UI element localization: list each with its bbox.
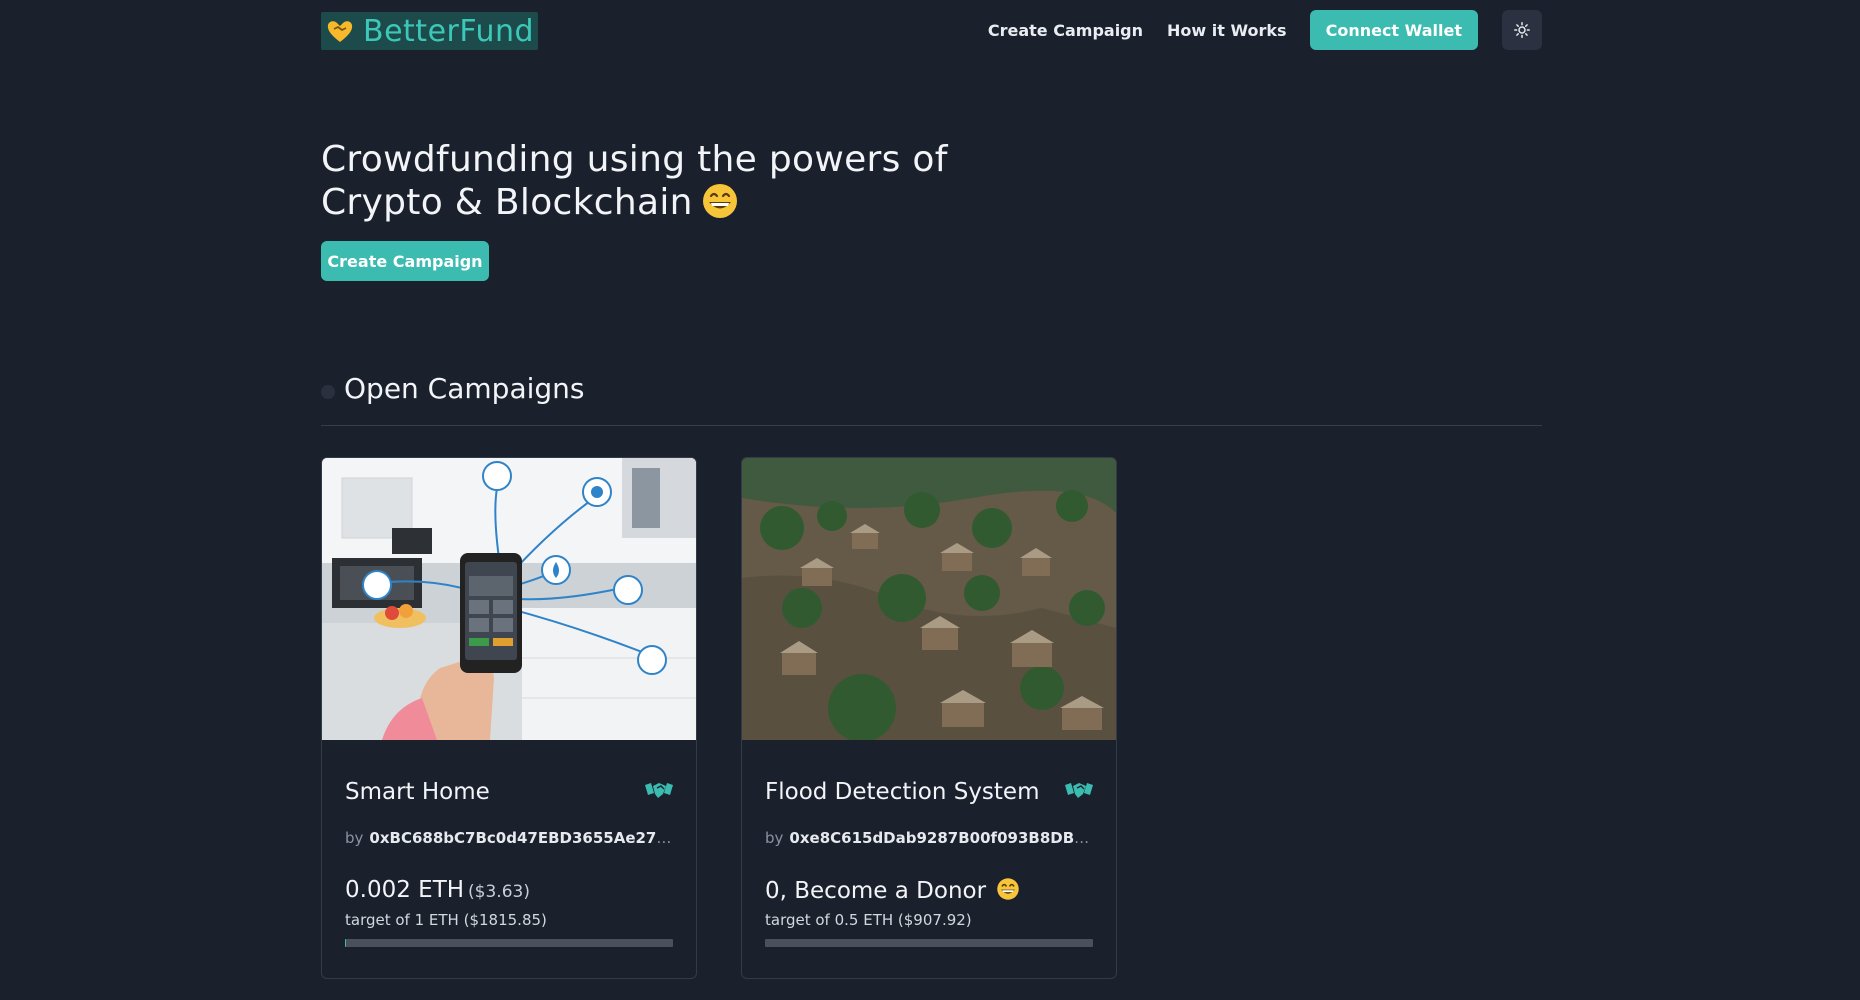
handshake-icon [645,783,673,798]
amount-usd: ($3.63) [468,882,530,902]
funding-progress-bar [345,939,673,947]
section-title: Open Campaigns [344,372,585,405]
campaign-title[interactable]: Flood Detection System [765,779,1039,805]
hero-title: Crowdfunding using the powers of Crypto … [321,138,1081,224]
creator-address[interactable]: 0xBC688bC7Bc0d47EBD3655Ae27b... [369,829,675,847]
amount-become-donor: 0, Become a Donor [765,878,987,904]
campaign-target: target of 0.5 ETH ($907.92) [765,911,972,929]
flooded-town-illustration [742,458,1116,740]
campaign-card-smart-home[interactable]: Smart Home by 0xBC688bC7Bc0d47EBD3655Ae27… [321,457,697,979]
by-label: by [765,829,784,847]
campaign-creator: by 0xe8C615dDab9287B00f093B8DBD... [765,829,1095,847]
open-campaigns-header: Open Campaigns [321,372,1542,426]
campaign-card-flood-detection[interactable]: Flood Detection System by 0xe8C615dDab928… [741,457,1117,979]
grinning-face-icon [702,184,737,218]
funding-progress-bar [765,939,1093,947]
hero-title-line-2: Crypto & Blockchain [321,181,1081,224]
top-navbar: BetterFund Create Campaign How it Works … [0,0,1860,60]
connect-wallet-button[interactable]: Connect Wallet [1309,10,1478,50]
theme-toggle-button[interactable] [1502,10,1542,50]
hero-create-campaign-button[interactable]: Create Campaign [321,241,489,281]
by-label: by [345,829,364,847]
amount-eth: 0.002 ETH [345,877,465,903]
campaign-amount: 0, Become a Donor [765,877,1020,904]
creator-address[interactable]: 0xe8C615dDab9287B00f093B8DBD... [789,829,1095,847]
hero-title-line-1: Crowdfunding using the powers of [321,139,948,180]
nav-how-it-works-link[interactable]: How it Works [1167,21,1287,40]
campaign-image-flood-detection [742,458,1116,740]
campaign-amount: 0.002 ETH ($3.63) [345,877,530,903]
brand-name: BetterFund [363,13,535,49]
handshake-icon [1065,783,1093,798]
campaign-creator: by 0xBC688bC7Bc0d47EBD3655Ae27b... [345,829,675,847]
smart-home-illustration [322,458,696,740]
hero-section: Crowdfunding using the powers of Crypto … [321,138,1081,224]
grinning-face-icon [997,878,1019,900]
nav-links: Create Campaign How it Works Connect Wal… [988,10,1542,50]
campaign-title[interactable]: Smart Home [345,779,490,805]
campaign-image-smart-home [322,458,696,740]
funding-progress-fill [345,939,346,947]
hero-title-line-2-text: Crypto & Blockchain [321,182,693,223]
nav-create-campaign-link[interactable]: Create Campaign [988,21,1143,40]
section-dot-icon [321,385,335,399]
brand-logo[interactable]: BetterFund [321,12,539,50]
campaign-target: target of 1 ETH ($1815.85) [345,911,547,929]
sun-icon [1514,22,1530,38]
handshake-heart-icon [327,21,353,42]
